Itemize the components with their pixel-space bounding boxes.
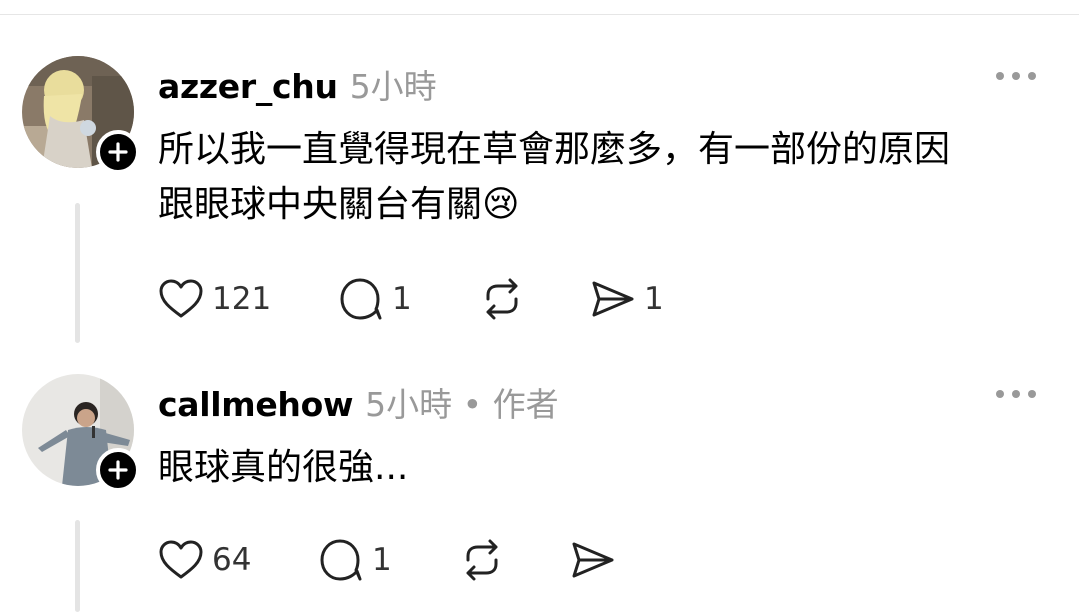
plus-icon [108,460,128,480]
comment-text: 眼球真的很強... [158,440,1038,495]
like-count: 64 [212,542,252,578]
heart-icon [159,540,203,579]
send-icon [572,542,614,578]
reply-button[interactable]: 1 [318,535,392,585]
timestamp: 5小時 • 作者 [365,385,559,424]
follow-button[interactable] [96,448,140,492]
comment-header: callmehow 5小時 • 作者 [158,378,559,426]
repost-button[interactable] [460,535,512,585]
avatar-container[interactable] [22,374,140,492]
share-button[interactable] [570,535,624,585]
username[interactable]: callmehow [158,385,353,424]
like-button[interactable]: 64 [158,535,251,585]
comment-icon [320,539,362,581]
reply-count: 1 [372,542,392,578]
repost-icon [466,539,498,581]
more-options-icon[interactable] [996,390,1036,398]
thread-line [75,520,80,612]
comment-callmehow: callmehow 5小時 • 作者 眼球真的很強... 64 1 [0,0,1079,612]
comment-text-line: 眼球真的很強... [158,447,409,488]
